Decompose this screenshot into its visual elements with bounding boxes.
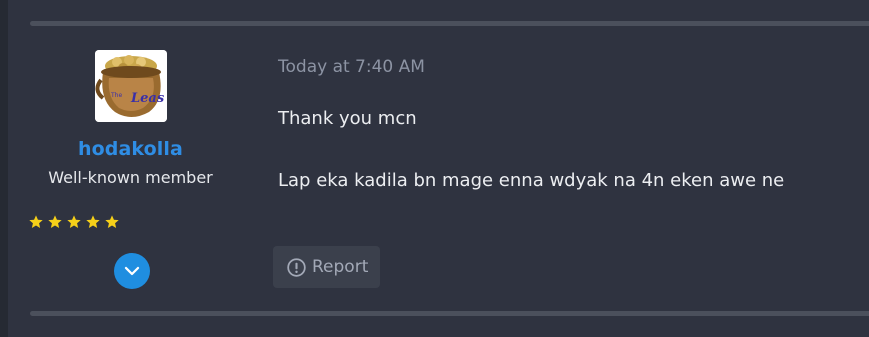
star-icon [29,215,43,228]
avatar[interactable]: Leas The [95,50,167,122]
expand-user-info-button[interactable] [114,253,150,289]
avatar-logo-text: Leas [130,91,165,106]
message-line: Thank you mcn [278,108,417,129]
post-divider-top [30,21,869,26]
post-container: Leas The hodakolla Well-known member Tod… [0,0,869,337]
star-icon [48,215,62,228]
report-button[interactable]: Report [273,246,380,288]
report-icon [285,256,307,278]
star-icon [67,215,81,228]
sidebar-edge [0,0,8,337]
rating-stars [28,214,120,234]
username-link[interactable]: hodakolla [30,138,231,160]
chevron-down-icon [124,266,140,276]
svg-text:The: The [110,92,122,99]
post-divider-bottom [30,311,869,316]
message-line: Lap eka kadila bn mage enna wdyak na 4n … [278,170,785,191]
post-message-body: Thank you mcn Lap eka kadila bn mage enn… [278,106,848,194]
star-icon [86,215,100,228]
report-label: Report [312,257,369,277]
user-title: Well-known member [48,168,213,187]
post-timestamp[interactable]: Today at 7:40 AM [278,57,425,77]
avatar-image: Leas The [95,50,167,122]
star-icon [105,215,119,228]
